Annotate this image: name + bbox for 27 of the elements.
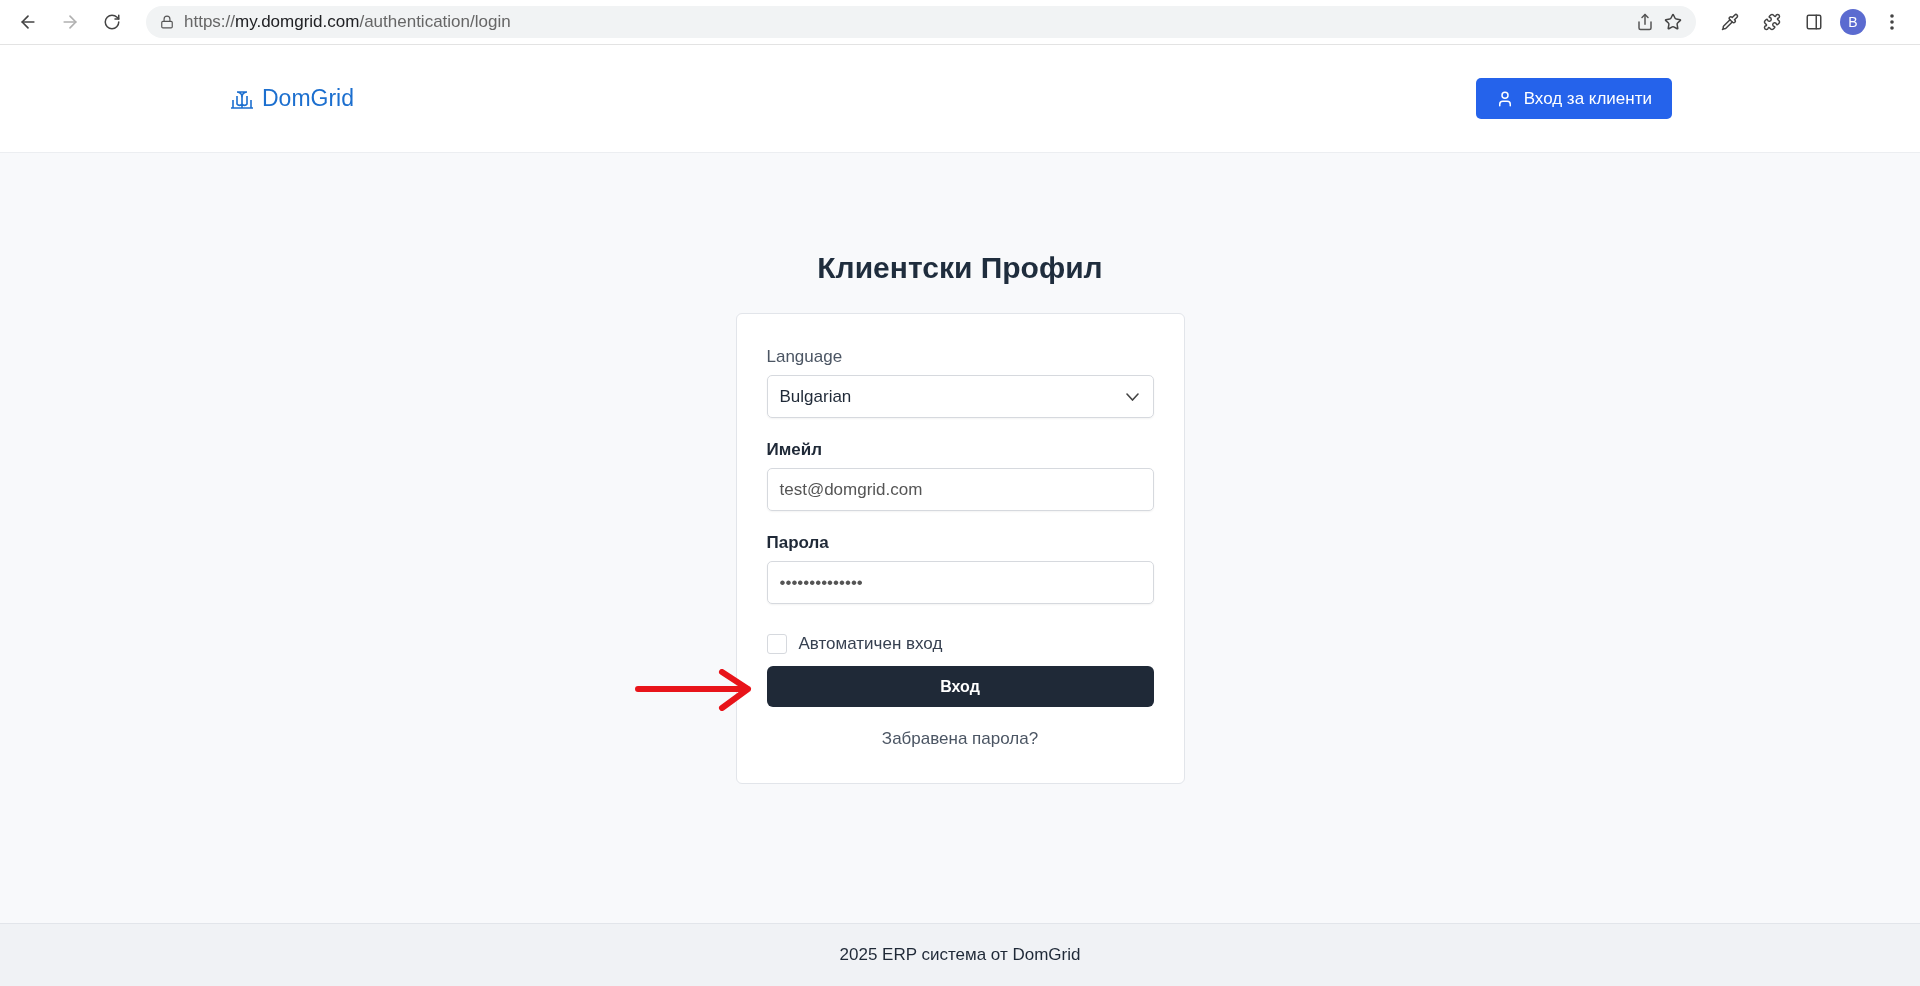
field-label: Language <box>766 347 844 367</box>
puzzle-icon <box>1763 13 1781 31</box>
side-panel-icon <box>1805 13 1823 31</box>
lock-icon <box>160 15 174 29</box>
page-title: Клиентски Профил <box>817 251 1103 285</box>
login-button[interactable]: Вход <box>766 666 1154 707</box>
forgot-password-link[interactable]: Забравена парола? <box>881 729 1039 749</box>
logo-text[interactable]: DomGrid <box>262 85 354 112</box>
share-icon[interactable] <box>1636 13 1654 31</box>
field-label: Имейл <box>766 440 823 460</box>
logo-icon <box>230 88 254 109</box>
field-label: Парола <box>766 533 830 553</box>
input-field[interactable]: test@domgrid.com <box>766 468 1154 511</box>
profile-avatar[interactable]: B <box>1840 9 1866 35</box>
url-text: https://my.domgrid.com/authentication/login <box>184 12 511 32</box>
remember-checkbox[interactable] <box>766 634 787 654</box>
chevron-down-icon <box>1125 392 1139 401</box>
menu-icon <box>1890 14 1894 30</box>
footer-text: 2025 ERP система от DomGrid <box>839 945 1081 965</box>
input-field[interactable]: •••••••••••••• <box>766 561 1154 604</box>
reload-icon <box>103 13 121 31</box>
client-login-button[interactable]: Вход за клиенти <box>1475 78 1672 119</box>
bookmark-star-icon[interactable] <box>1664 13 1682 31</box>
checkbox-label: Автоматичен вход <box>798 634 943 654</box>
eyedropper-icon <box>1721 13 1739 31</box>
address-bar[interactable]: https://my.domgrid.com/authentication/login <box>146 6 1696 38</box>
language-select[interactable]: Bulgarian <box>766 375 1154 418</box>
